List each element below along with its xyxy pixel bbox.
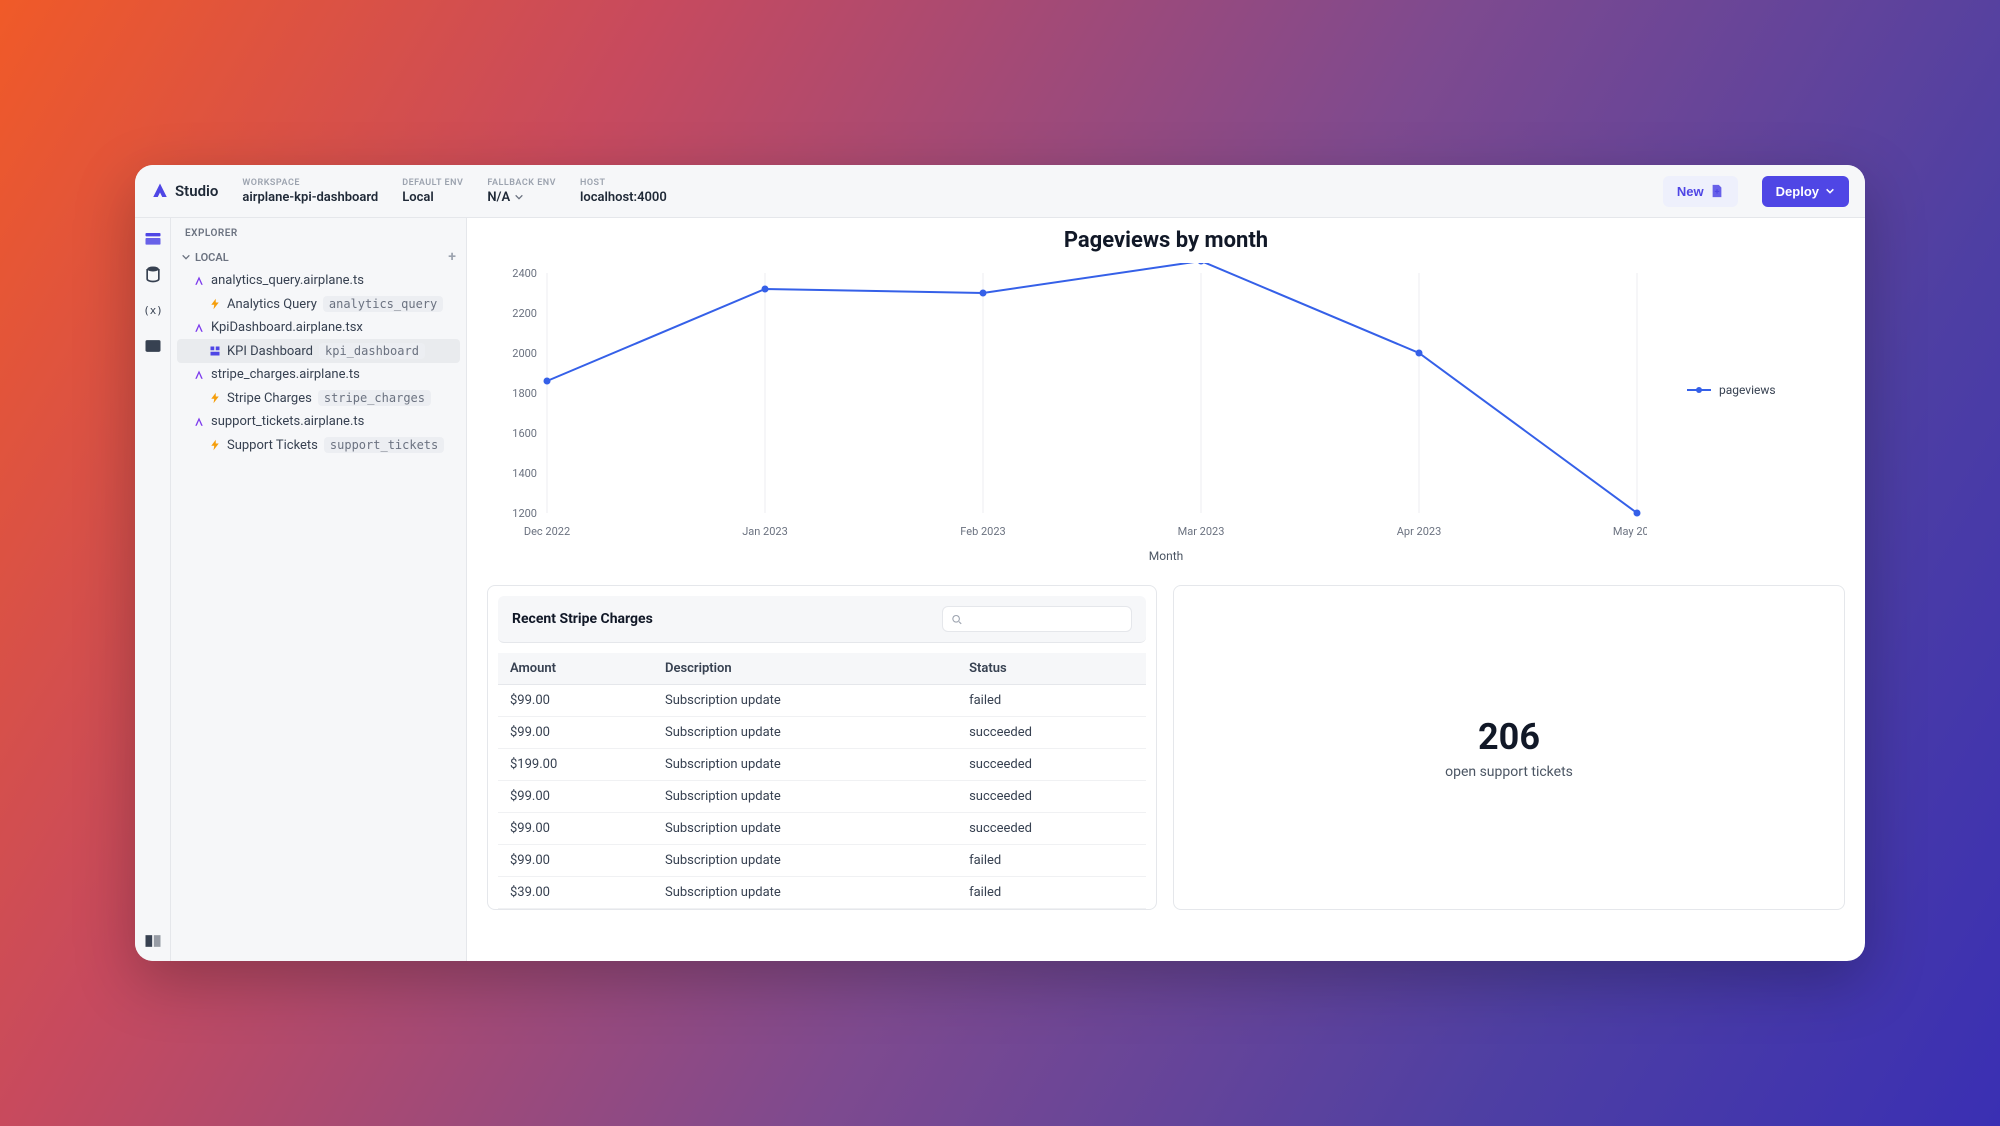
svg-text:Feb 2023: Feb 2023 xyxy=(960,525,1005,538)
chevron-down-icon xyxy=(514,192,524,202)
legend-label: pageviews xyxy=(1719,383,1776,397)
table-header-row: AmountDescriptionStatus xyxy=(498,653,1146,685)
svg-text:2000: 2000 xyxy=(512,347,537,360)
svg-text:Jan 2023: Jan 2023 xyxy=(742,525,788,538)
database-icon[interactable] xyxy=(143,264,163,284)
svg-text:1400: 1400 xyxy=(512,467,537,480)
terminal-icon[interactable] xyxy=(143,336,163,356)
host-group[interactable]: HOST localhost:4000 xyxy=(580,178,667,205)
chevron-down-icon xyxy=(1825,186,1835,196)
svg-text:2200: 2200 xyxy=(512,307,537,320)
workspace-group[interactable]: WORKSPACE airplane-kpi-dashboard xyxy=(242,178,378,205)
workspace-value: airplane-kpi-dashboard xyxy=(242,190,378,205)
task-item[interactable]: KPI Dashboard kpi_dashboard xyxy=(177,339,460,363)
default-env-group[interactable]: DEFAULT ENV Local xyxy=(402,178,463,205)
table-row[interactable]: $99.00Subscription updatesucceeded xyxy=(498,781,1146,813)
file-item[interactable]: stripe_charges.airplane.ts xyxy=(171,363,466,386)
task-item[interactable]: Analytics Query analytics_query xyxy=(171,292,466,316)
app-window: Studio WORKSPACE airplane-kpi-dashboard … xyxy=(135,165,1865,961)
svg-text:Dec 2022: Dec 2022 xyxy=(524,525,570,538)
svg-text:Apr 2023: Apr 2023 xyxy=(1397,525,1442,538)
stat-value: 206 xyxy=(1478,716,1540,758)
search-input[interactable] xyxy=(969,612,1123,626)
file-item[interactable]: KpiDashboard.airplane.tsx xyxy=(171,316,466,339)
table-search[interactable] xyxy=(942,606,1132,632)
host-value: localhost:4000 xyxy=(580,190,667,205)
table-row[interactable]: $99.00Subscription updatesucceeded xyxy=(498,813,1146,845)
explorer-header: EXPLORER xyxy=(171,218,466,245)
task-item[interactable]: Support Tickets support_tickets xyxy=(171,433,466,457)
fallback-env-value: N/A xyxy=(487,190,556,205)
fallback-env-group[interactable]: FALLBACK ENV N/A xyxy=(487,178,556,205)
app-logo: Studio xyxy=(151,182,218,200)
svg-text:Mar 2023: Mar 2023 xyxy=(1178,525,1225,538)
file-item[interactable]: support_tickets.airplane.ts xyxy=(171,410,466,433)
chart-title: Pageviews by month xyxy=(487,228,1845,253)
titlebar: Studio WORKSPACE airplane-kpi-dashboard … xyxy=(135,165,1865,218)
chevron-down-icon xyxy=(181,252,191,262)
chart-legend: pageviews xyxy=(1687,383,1776,397)
workspace-label: WORKSPACE xyxy=(242,178,378,188)
host-label: HOST xyxy=(580,178,667,188)
svg-text:1200: 1200 xyxy=(512,507,537,520)
activity-bar: (x) xyxy=(135,218,171,961)
variables-icon[interactable]: (x) xyxy=(143,300,163,320)
table-column-header[interactable]: Amount xyxy=(498,653,653,685)
logo-icon xyxy=(151,182,169,200)
table-header: Recent Stripe Charges xyxy=(498,596,1146,643)
panels-row: Recent Stripe Charges AmountDescriptionS… xyxy=(487,585,1845,910)
table-column-header[interactable]: Description xyxy=(653,653,957,685)
table-row[interactable]: $39.00Subscription updatefailed xyxy=(498,877,1146,909)
table-column-header[interactable]: Status xyxy=(957,653,1146,685)
table-row[interactable]: $199.00Subscription updatesucceeded xyxy=(498,749,1146,781)
deploy-button[interactable]: Deploy xyxy=(1762,176,1849,207)
svg-text:1800: 1800 xyxy=(512,387,537,400)
app-name: Studio xyxy=(175,182,218,200)
search-icon xyxy=(951,613,963,626)
stat-label: open support tickets xyxy=(1445,764,1573,780)
file-item[interactable]: analytics_query.airplane.ts xyxy=(171,269,466,292)
default-env-value: Local xyxy=(402,190,463,205)
main-content: Pageviews by month 1200 1400 1600 1800 2000 2… xyxy=(467,218,1865,961)
charges-table: AmountDescriptionStatus $99.00Subscripti… xyxy=(498,653,1146,909)
table-row[interactable]: $99.00Subscription updatefailed xyxy=(498,845,1146,877)
fallback-env-label: FALLBACK ENV xyxy=(487,178,556,188)
task-item[interactable]: Stripe Charges stripe_charges xyxy=(171,386,466,410)
svg-text:(x): (x) xyxy=(143,304,163,317)
file-tree: analytics_query.airplane.tsAnalytics Que… xyxy=(171,269,466,457)
default-env-label: DEFAULT ENV xyxy=(402,178,463,188)
svg-text:1600: 1600 xyxy=(512,427,537,440)
svg-text:May 2023: May 2023 xyxy=(1613,525,1647,538)
stripe-charges-panel: Recent Stripe Charges AmountDescriptionS… xyxy=(487,585,1157,910)
new-file-icon xyxy=(1710,184,1724,198)
svg-text:2400: 2400 xyxy=(512,267,537,280)
legend-swatch xyxy=(1687,389,1711,391)
add-file-icon[interactable]: + xyxy=(448,249,456,265)
table-row[interactable]: $99.00Subscription updatesucceeded xyxy=(498,717,1146,749)
panels-icon[interactable] xyxy=(143,931,163,951)
pageviews-chart: 1200 1400 1600 1800 2000 2200 2400 Dec 2022 Jan … xyxy=(487,263,1647,543)
local-section-header[interactable]: LOCAL + xyxy=(171,245,466,269)
table-title: Recent Stripe Charges xyxy=(512,611,653,627)
chart-xlabel: Month xyxy=(487,549,1845,563)
explorer-icon[interactable] xyxy=(143,228,163,248)
explorer-sidebar: EXPLORER LOCAL + analytics_query.airplan… xyxy=(171,218,467,961)
table-row[interactable]: $99.00Subscription updatefailed xyxy=(498,685,1146,717)
new-button[interactable]: New xyxy=(1663,176,1738,207)
chart-container: 1200 1400 1600 1800 2000 2200 2400 Dec 2022 Jan … xyxy=(487,263,1845,543)
support-tickets-panel: 206 open support tickets xyxy=(1173,585,1845,910)
